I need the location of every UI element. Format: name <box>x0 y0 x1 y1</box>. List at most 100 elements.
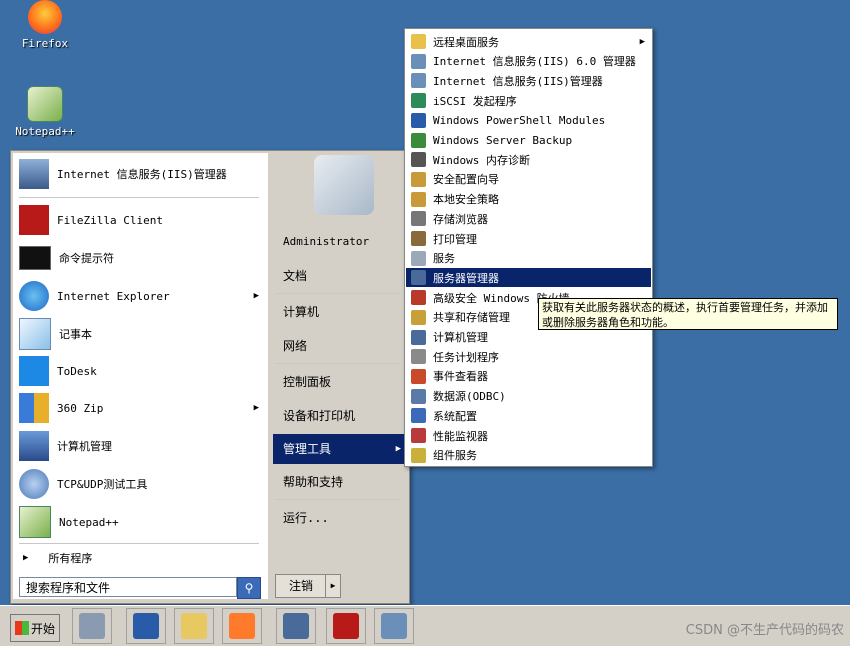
start-item-label: 记事本 <box>59 328 92 341</box>
server-manager-icon <box>411 270 426 286</box>
start-item-notepad-plus-plus[interactable]: Notepad++ <box>19 505 263 539</box>
desktop-icon-label: Firefox <box>21 37 69 50</box>
submenu-item[interactable]: Internet 信息服务(IIS) 6.0 管理器 <box>406 52 651 71</box>
todesk-icon <box>19 356 49 386</box>
chevron-right-icon: ▶ <box>253 403 259 413</box>
submenu-item[interactable]: 打印管理 <box>406 229 651 248</box>
start-item-360zip[interactable]: 360 Zip ▶ <box>19 391 263 425</box>
submenu-item[interactable]: 数据源(ODBC) <box>406 387 651 406</box>
taskbar-button[interactable] <box>174 608 214 644</box>
filezilla-icon <box>19 205 49 235</box>
submenu-item[interactable]: 事件查看器 <box>406 367 651 386</box>
taskbar-button[interactable] <box>326 608 366 644</box>
computer-item[interactable]: 计算机 <box>273 297 407 327</box>
start-button[interactable]: 开始 <box>10 614 60 642</box>
start-item-ie[interactable]: Internet Explorer ▶ <box>19 279 263 313</box>
desktop-icon-notepad-plus-plus[interactable]: Notepad++ <box>10 86 80 138</box>
search-placeholder: 搜索程序和文件 <box>26 581 111 595</box>
component-services-icon <box>411 447 426 463</box>
server-manager-icon <box>79 613 105 639</box>
notepad-icon <box>19 318 51 350</box>
command-prompt-icon <box>19 246 51 270</box>
taskbar-button[interactable] <box>222 608 262 644</box>
submenu-item[interactable]: 本地安全策略 <box>406 190 651 209</box>
taskbar: 开始 CSDN @不生产代码的码农 <box>0 605 850 646</box>
documents-item[interactable]: 文档 <box>273 261 407 291</box>
taskbar-button[interactable] <box>72 608 112 644</box>
taskbar-button[interactable] <box>126 608 166 644</box>
logoff-label: 注销 <box>288 579 313 593</box>
submenu-item-label: 服务器管理器 <box>433 271 499 285</box>
devices-printers-item[interactable]: 设备和打印机 <box>273 401 407 431</box>
submenu-item[interactable]: Windows 内存诊断 <box>406 150 651 169</box>
start-item-cmd[interactable]: 命令提示符 <box>19 241 263 275</box>
submenu-item-label: Windows PowerShell Modules <box>433 113 606 127</box>
submenu-item-label: 打印管理 <box>433 232 477 246</box>
start-item-notepad[interactable]: 记事本 <box>19 317 263 351</box>
admin-tools-item[interactable]: 管理工具 ▶ <box>273 434 407 464</box>
notepad-plus-plus-icon <box>19 506 51 538</box>
taskbar-button[interactable] <box>374 608 414 644</box>
firewall-icon <box>411 290 426 306</box>
submenu-item[interactable]: iSCSI 发起程序 <box>406 91 651 110</box>
submenu-item[interactable]: 任务计划程序 <box>406 347 651 366</box>
all-programs-button[interactable]: ▶ 所有程序 <box>19 547 263 569</box>
chevron-right-icon: ▶ <box>395 444 401 454</box>
computer-management-icon <box>283 613 309 639</box>
computer-management-icon <box>19 431 49 461</box>
network-item[interactable]: 网络 <box>273 331 407 361</box>
submenu-item-label: Internet 信息服务(IIS)管理器 <box>433 74 603 88</box>
separator <box>19 543 259 544</box>
start-item-label: ToDesk <box>57 364 97 378</box>
submenu-item[interactable]: Windows PowerShell Modules <box>406 111 651 130</box>
start-item-computer-management[interactable]: 计算机管理 <box>19 429 263 463</box>
shutdown-options-arrow[interactable]: ▶ <box>325 574 341 598</box>
performance-monitor-icon <box>411 428 426 443</box>
firefox-icon <box>28 0 62 34</box>
submenu-item-label: Internet 信息服务(IIS) 6.0 管理器 <box>433 55 636 69</box>
submenu-item[interactable]: 服务 <box>406 249 651 268</box>
security-wizard-icon <box>411 171 426 187</box>
separator <box>19 197 259 198</box>
search-icon[interactable]: ⚲ <box>237 577 261 599</box>
start-item-todesk[interactable]: ToDesk <box>19 354 263 388</box>
submenu-item-label: 计算机管理 <box>433 331 488 344</box>
start-item-iis[interactable]: Internet 信息服务(IIS)管理器 <box>19 157 263 191</box>
iis-manager-icon <box>19 159 49 189</box>
start-item-label: 360 Zip <box>57 401 104 415</box>
start-item-tcp-udp[interactable]: TCP&UDP测试工具 <box>19 467 263 501</box>
windows-logo-icon <box>15 621 29 635</box>
submenu-item[interactable]: 计算机管理 <box>406 328 651 347</box>
submenu-item[interactable]: 安全配置向导 <box>406 170 651 189</box>
iis-manager-icon <box>411 73 426 89</box>
search-input[interactable]: 搜索程序和文件 <box>19 577 237 597</box>
share-storage-icon <box>411 309 426 325</box>
tooltip: 获取有关此服务器状态的概述，执行首要管理任务，并添加或删除服务器角色和功能。 <box>538 298 838 330</box>
local-security-icon <box>411 191 426 207</box>
help-support-item[interactable]: 帮助和支持 <box>273 467 407 497</box>
submenu-item[interactable]: Internet 信息服务(IIS)管理器 <box>406 71 651 90</box>
start-item-label: TCP&UDP测试工具 <box>57 478 148 491</box>
submenu-item[interactable]: 系统配置 <box>406 406 651 425</box>
user-folder[interactable]: Administrator <box>273 227 407 257</box>
submenu-item-label: 组件服务 <box>433 449 477 463</box>
start-item-filezilla[interactable]: FileZilla Client <box>19 203 263 237</box>
submenu-item[interactable]: Windows Server Backup <box>406 131 651 150</box>
zip-icon <box>19 393 49 423</box>
taskbar-button[interactable] <box>276 608 316 644</box>
event-viewer-icon <box>411 368 426 384</box>
submenu-item[interactable]: 组件服务 <box>406 446 651 465</box>
desktop-icon-firefox[interactable]: Firefox <box>10 0 80 50</box>
submenu-item[interactable]: 性能监视器 <box>406 426 651 445</box>
logoff-button[interactable]: 注销 <box>275 574 327 598</box>
control-panel-item[interactable]: 控制面板 <box>273 367 407 397</box>
submenu-item[interactable]: 服务器管理器 <box>406 268 651 288</box>
submenu-item[interactable]: 存储浏览器 <box>406 209 651 228</box>
separator <box>275 363 401 364</box>
notepad-plus-plus-icon <box>27 86 63 122</box>
iscsi-icon <box>411 93 426 109</box>
submenu-item-label: iSCSI 发起程序 <box>433 94 517 108</box>
submenu-item[interactable]: 远程桌面服务 ▶ <box>406 32 651 51</box>
run-item[interactable]: 运行... <box>273 503 407 533</box>
submenu-item-label: 本地安全策略 <box>433 193 499 207</box>
